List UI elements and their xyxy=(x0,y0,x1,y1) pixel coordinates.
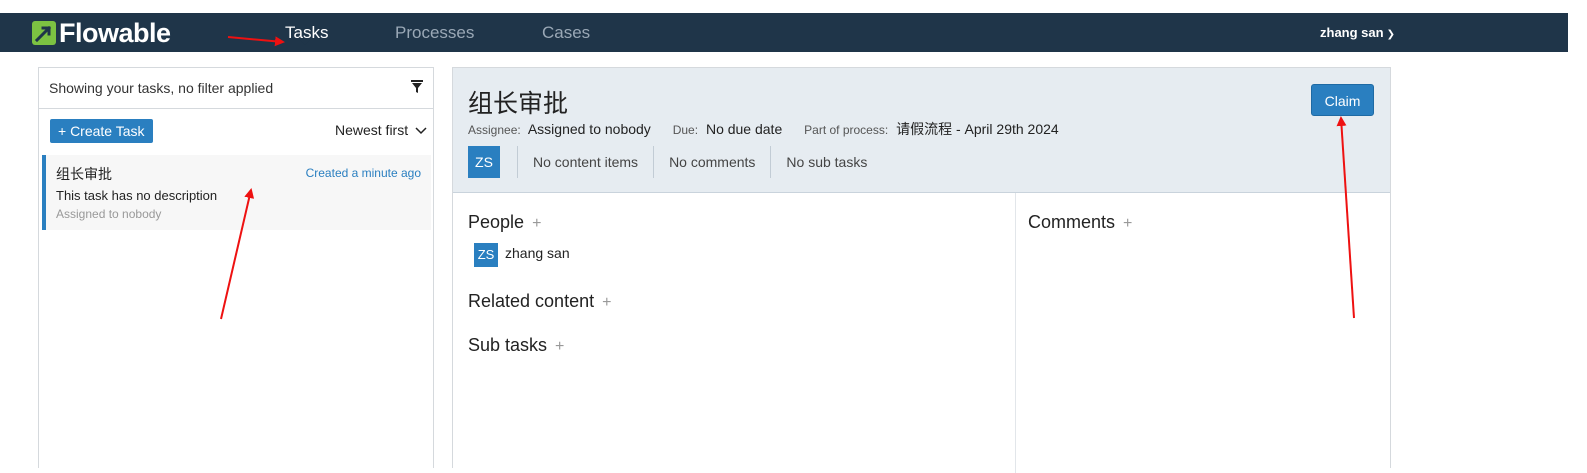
task-item-title: 组长审批 xyxy=(56,166,112,182)
flowable-logo-icon xyxy=(32,21,56,45)
flowable-logo[interactable]: Flowable xyxy=(32,18,171,48)
task-item-description: This task has no description xyxy=(56,188,218,203)
top-navbar: Flowable Tasks Processes Cases zhang san… xyxy=(0,13,1568,52)
assignee-value[interactable]: Assigned to nobody xyxy=(528,121,651,137)
avatar: ZS xyxy=(468,146,500,178)
person-entry: ZS zhang san xyxy=(474,243,570,267)
create-task-button[interactable]: + Create Task xyxy=(50,119,153,143)
task-meta-row: Assignee: Assigned to nobody Due: No due… xyxy=(468,119,1077,139)
subtasks-heading: Sub tasks xyxy=(468,335,548,355)
user-name: zhang san xyxy=(1320,25,1384,40)
task-list-item[interactable]: 组长审批 Created a minute ago This task has … xyxy=(42,155,431,230)
people-heading: People xyxy=(468,212,525,232)
subtasks-count[interactable]: No sub tasks xyxy=(770,146,882,178)
process-value[interactable]: 请假流程 - April 29th 2024 xyxy=(896,121,1059,137)
user-menu[interactable]: zhang san ❯ xyxy=(1320,25,1395,40)
sort-order-label: Newest first xyxy=(334,122,409,138)
filter-summary: Showing your tasks, no filter applied xyxy=(49,80,274,96)
chevron-down-icon: ❯ xyxy=(1386,29,1395,40)
column-divider xyxy=(1015,193,1016,473)
content-items-count[interactable]: No content items xyxy=(517,146,653,178)
due-value[interactable]: No due date xyxy=(706,121,782,137)
assignee-label: Assignee: xyxy=(468,123,521,137)
task-stats-row: ZS No content items No comments No sub t… xyxy=(468,146,882,178)
nav-tab-processes[interactable]: Processes xyxy=(395,23,474,43)
add-comment-icon[interactable]: + xyxy=(1123,215,1132,232)
comments-heading: Comments xyxy=(1028,212,1116,232)
subtasks-section-title: Sub tasks + xyxy=(468,335,564,356)
brand-name: Flowable xyxy=(59,18,171,48)
due-label: Due: xyxy=(672,123,699,137)
task-filter-bar[interactable]: Showing your tasks, no filter applied xyxy=(39,68,433,109)
active-tab-caret xyxy=(299,39,311,45)
add-person-icon[interactable]: + xyxy=(532,215,541,232)
related-content-section-title: Related content + xyxy=(468,291,611,312)
chevron-down-icon xyxy=(415,122,427,138)
task-item-created: Created a minute ago xyxy=(305,166,421,180)
add-related-content-icon[interactable]: + xyxy=(602,294,611,311)
process-label: Part of process: xyxy=(804,123,889,137)
task-detail-header: 组长审批 Assignee: Assigned to nobody Due: N… xyxy=(453,68,1390,193)
comments-section-title: Comments + xyxy=(1028,212,1132,233)
claim-button[interactable]: Claim xyxy=(1311,84,1374,116)
task-title: 组长审批 xyxy=(468,90,569,118)
nav-tab-cases[interactable]: Cases xyxy=(542,23,590,43)
person-name: zhang san xyxy=(505,245,570,261)
add-subtask-icon[interactable]: + xyxy=(555,338,564,355)
related-content-heading: Related content xyxy=(468,291,595,311)
task-detail-panel: 组长审批 Assignee: Assigned to nobody Due: N… xyxy=(452,67,1391,473)
sort-order-select[interactable]: Newest first xyxy=(335,122,427,138)
task-list-panel: Showing your tasks, no filter applied + … xyxy=(38,67,434,468)
filter-icon[interactable] xyxy=(411,80,423,99)
people-section-title: People + xyxy=(468,212,541,233)
task-item-assignee: Assigned to nobody xyxy=(56,207,162,221)
avatar: ZS xyxy=(474,243,498,267)
comments-count[interactable]: No comments xyxy=(653,146,770,178)
